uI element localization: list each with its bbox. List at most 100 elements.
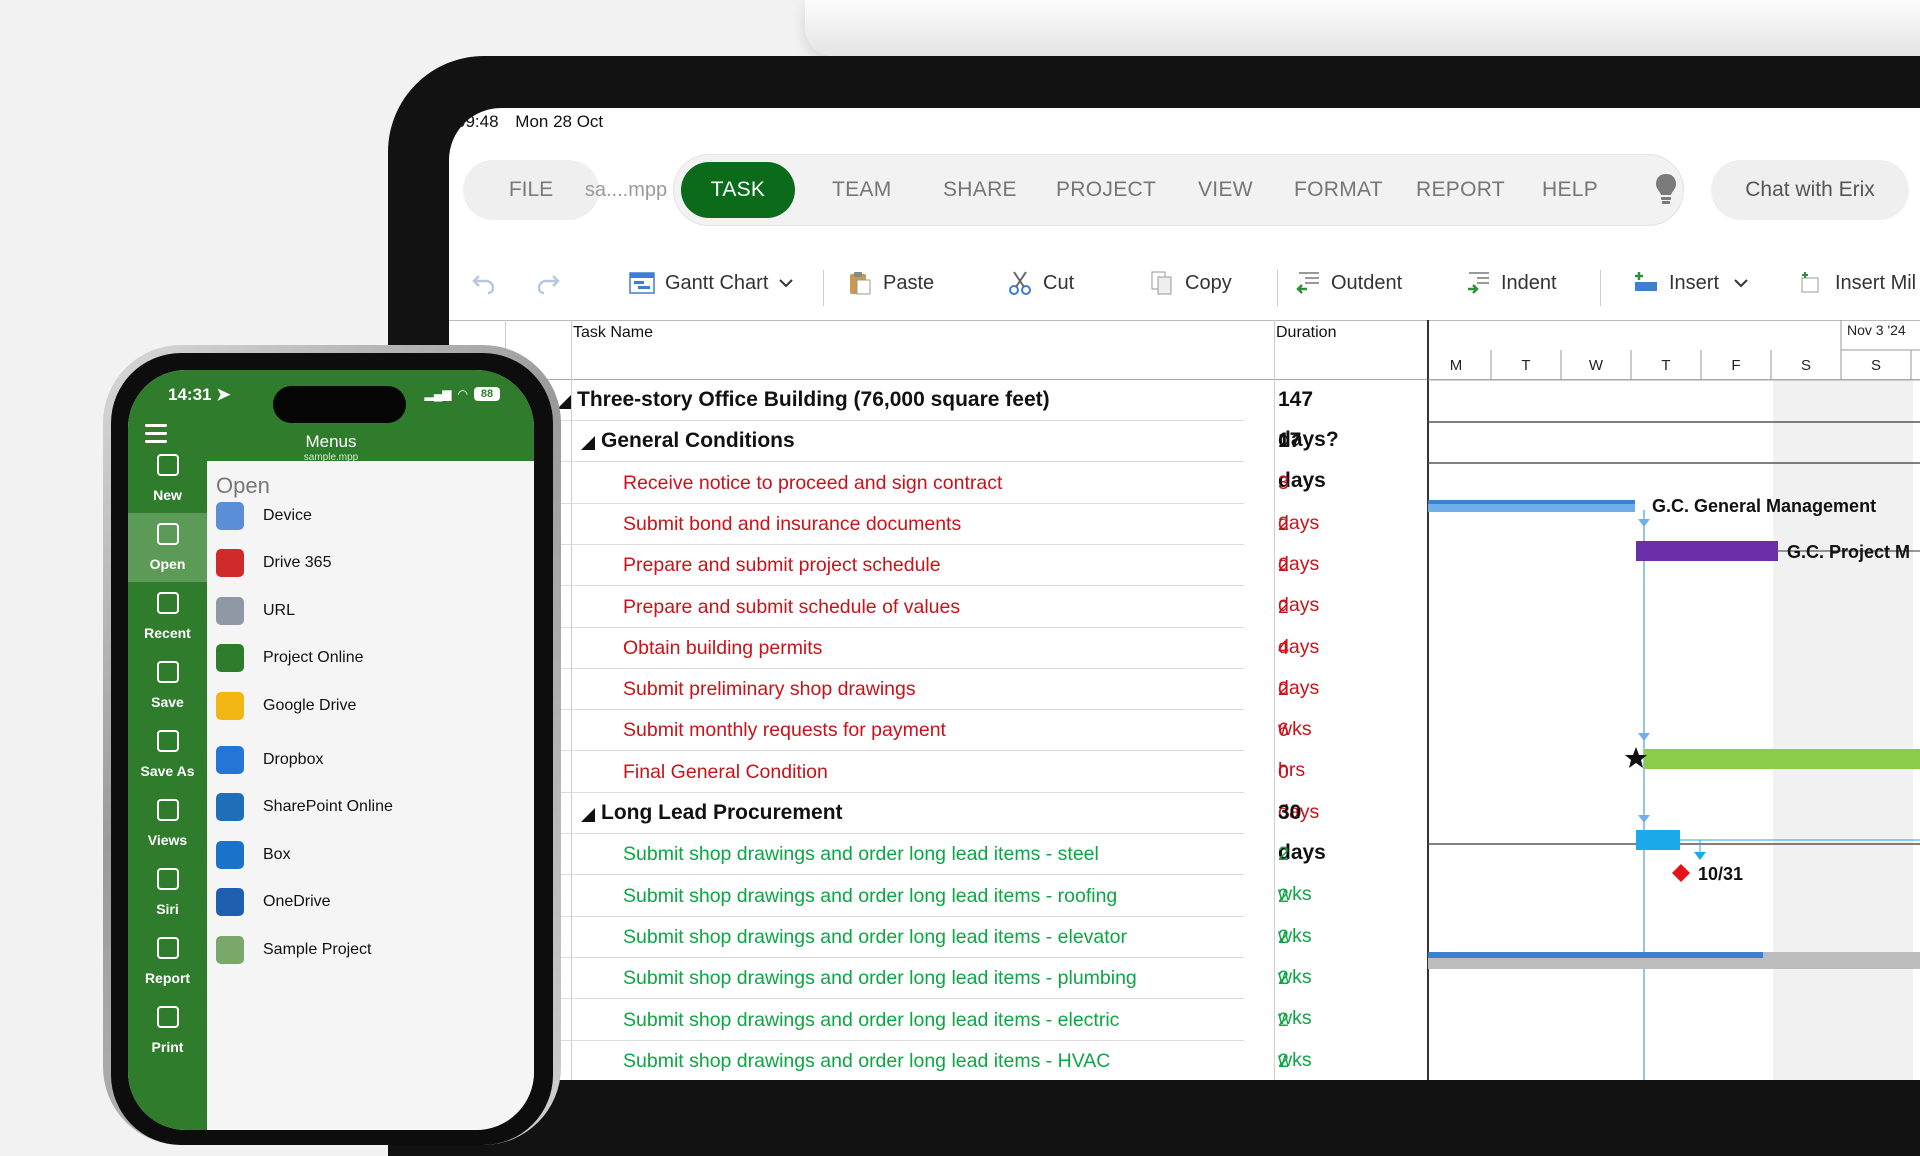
source-dropbox[interactable]: Dropbox — [216, 740, 526, 780]
task-name-cell[interactable]: Submit shop drawings and order long lead… — [623, 917, 1127, 957]
source-drive-365[interactable]: Drive 365 — [216, 543, 526, 583]
source-url[interactable]: URL — [216, 591, 526, 631]
duration-cell[interactable]: 2 wks — [1278, 1041, 1312, 1080]
duration-cell[interactable]: 0 days — [1278, 752, 1319, 823]
task-row[interactable]: Prepare and submit project schedule 2 day… — [449, 545, 1319, 616]
summary-task-row[interactable]: General Conditions 17 days — [449, 421, 1326, 492]
sidebar-item-new[interactable]: New — [128, 444, 207, 513]
task-row[interactable]: Submit shop drawings and order long lead… — [449, 876, 1312, 947]
sidebar-item-open[interactable]: Open — [128, 513, 207, 582]
task-name-cell[interactable]: Receive notice to proceed and sign contr… — [623, 463, 1002, 503]
insert-milestone-button[interactable]: Insert Mil — [1799, 248, 1916, 318]
sidebar-item-label: Report — [144, 970, 191, 986]
task-name-cell[interactable]: Submit shop drawings and order long lead… — [623, 1000, 1119, 1040]
collapse-triangle-icon[interactable] — [581, 436, 595, 451]
duration-cell[interactable]: 3 days — [1278, 463, 1319, 534]
outdent-button[interactable]: Outdent — [1295, 248, 1402, 318]
indent-button[interactable]: Indent — [1465, 248, 1557, 318]
redo-button[interactable] — [535, 248, 561, 318]
duration-cell[interactable]: 2 wks — [1278, 669, 1312, 740]
duration-cell[interactable]: 6 hrs — [1278, 710, 1305, 781]
column-task-name[interactable]: Task Name — [573, 324, 653, 342]
indent-label: Indent — [1501, 271, 1557, 294]
source-device[interactable]: Device — [216, 496, 526, 536]
duration-cell[interactable]: 2 wks — [1278, 834, 1312, 905]
gantt-label-gc-project: G.C. Project M — [1787, 542, 1910, 562]
task-row[interactable]: Submit monthly requests for payment 6 hrs — [449, 710, 1305, 781]
duration-cell[interactable]: 2 wks — [1278, 876, 1312, 947]
task-name-cell[interactable]: Long Lead Procurement — [601, 793, 843, 833]
summary-task-row[interactable]: Long Lead Procurement 30 days — [449, 793, 1326, 864]
source-sample-project[interactable]: Sample Project — [216, 930, 526, 970]
task-name-cell[interactable]: Submit shop drawings and order long lead… — [623, 1041, 1110, 1080]
task-name-cell[interactable]: Submit bond and insurance documents — [623, 504, 961, 544]
source-google-drive[interactable]: Google Drive — [216, 686, 526, 726]
column-duration[interactable]: Duration — [1276, 324, 1336, 342]
summary-task-row[interactable]: Three-story Office Building (76,000 squa… — [449, 380, 1339, 451]
duration-cell[interactable]: 2 days — [1278, 587, 1319, 658]
gantt-chart-dropdown[interactable]: Gantt Chart — [629, 248, 794, 318]
duration-cell[interactable]: 4 days — [1278, 628, 1319, 699]
task-row[interactable]: Submit shop drawings and order long lead… — [449, 1041, 1289, 1080]
day-label: S — [1871, 357, 1881, 374]
task-name-cell[interactable]: Prepare and submit project schedule — [623, 545, 941, 585]
duration-cell[interactable]: 2 wks — [1278, 1000, 1312, 1071]
task-name-cell[interactable]: Obtain building permits — [623, 628, 822, 668]
duration-cell[interactable]: 2 wks — [1278, 917, 1312, 988]
duration-cell[interactable]: 30 days — [1278, 793, 1326, 864]
task-name-cell[interactable]: General Conditions — [601, 421, 795, 461]
task-row[interactable]: Submit shop drawings and order long lead… — [449, 917, 1312, 988]
task-row[interactable]: Final General Condition 0 days — [449, 752, 1319, 823]
cut-button[interactable]: Cut — [1007, 248, 1074, 318]
duration-cell[interactable]: 2 days — [1278, 545, 1319, 616]
duration-cell[interactable]: 17 days — [1278, 421, 1326, 492]
source-project-online[interactable]: Project Online — [216, 638, 526, 678]
task-name-cell[interactable]: Submit shop drawings and order long lead… — [623, 876, 1117, 916]
chat-with-erix-button[interactable]: Chat with Erix — [1711, 160, 1909, 220]
tab-format[interactable]: FORMAT — [1294, 155, 1383, 225]
task-row[interactable]: Submit shop drawings and order long lead… — [449, 958, 1312, 1029]
tab-view[interactable]: VIEW — [1198, 155, 1253, 225]
duration-cell[interactable]: 2 days — [1278, 504, 1319, 575]
sidebar-item-siri[interactable]: Siri — [128, 858, 207, 927]
source-box[interactable]: Box — [216, 835, 526, 875]
task-row[interactable]: Submit preliminary shop drawings 2 wks — [449, 669, 1312, 740]
tab-report[interactable]: REPORT — [1416, 155, 1505, 225]
copy-button[interactable]: Copy — [1149, 248, 1232, 318]
undo-button[interactable] — [471, 248, 497, 318]
tab-task[interactable]: TASK — [681, 162, 795, 218]
tab-team[interactable]: TEAM — [832, 155, 892, 225]
task-row[interactable]: Submit bond and insurance documents 2 day… — [449, 504, 1319, 575]
task-name-cell[interactable]: Three-story Office Building (76,000 squa… — [577, 380, 1050, 420]
task-row[interactable]: Receive notice to proceed and sign contr… — [449, 463, 1319, 534]
task-name-cell[interactable]: Final General Condition — [623, 752, 828, 792]
sidebar-item-label: New — [153, 487, 182, 503]
task-name-cell[interactable]: Submit shop drawings and order long lead… — [623, 958, 1137, 998]
tab-help[interactable]: HELP — [1542, 155, 1598, 225]
tab-share[interactable]: SHARE — [943, 155, 1017, 225]
task-row[interactable]: Prepare and submit schedule of values 2 d… — [449, 587, 1319, 658]
task-name-cell[interactable]: Prepare and submit schedule of values — [623, 587, 960, 627]
source-sharepoint-online[interactable]: SharePoint Online — [216, 787, 526, 827]
insert-dropdown[interactable]: Insert — [1633, 248, 1749, 318]
sidebar-item-views[interactable]: Views — [128, 789, 207, 858]
task-row[interactable]: Submit shop drawings and order long lead… — [449, 1000, 1312, 1071]
sidebar-item-save[interactable]: Save — [128, 651, 207, 720]
sidebar-item-recent[interactable]: Recent — [128, 582, 207, 651]
sidebar-item-save-as[interactable]: Save As — [128, 720, 207, 789]
tab-project[interactable]: PROJECT — [1056, 155, 1156, 225]
task-name-cell[interactable]: Submit shop drawings and order long lead… — [623, 834, 1099, 874]
collapse-triangle-icon[interactable] — [581, 808, 595, 822]
source-onedrive[interactable]: OneDrive — [216, 882, 526, 922]
sidebar-item-report[interactable]: Report — [128, 927, 207, 996]
onedrive-icon — [216, 888, 244, 916]
task-row[interactable]: Submit shop drawings and order long lead… — [449, 834, 1312, 905]
sidebar-item-print[interactable]: Print — [128, 996, 207, 1065]
lightbulb-icon[interactable] — [1655, 173, 1677, 205]
task-name-cell[interactable]: Submit preliminary shop drawings — [623, 669, 916, 709]
duration-cell[interactable]: 2 wks — [1278, 958, 1312, 1029]
paste-button[interactable]: Paste — [847, 248, 934, 318]
task-row[interactable]: Obtain building permits 4 days — [449, 628, 1319, 699]
task-name-cell[interactable]: Submit monthly requests for payment — [623, 710, 946, 750]
duration-cell[interactable]: 147 days? — [1278, 380, 1339, 451]
